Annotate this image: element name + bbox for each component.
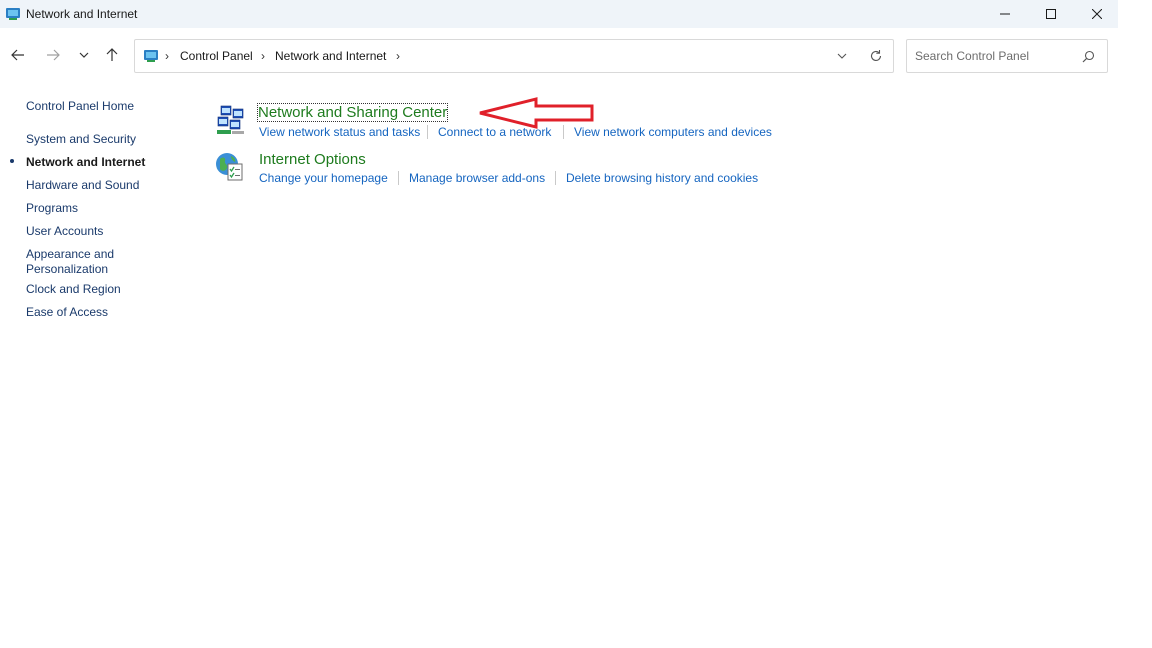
sidebar-item-ease-of-access[interactable]: Ease of Access bbox=[26, 305, 176, 320]
address-bar[interactable]: › Control Panel › Network and Internet › bbox=[134, 39, 894, 73]
change-homepage-link[interactable]: Change your homepage bbox=[259, 171, 388, 185]
recent-locations-button[interactable] bbox=[73, 44, 95, 66]
arrow-left-icon bbox=[11, 49, 24, 61]
sidebar-item-programs[interactable]: Programs bbox=[26, 201, 176, 216]
internet-options-link[interactable]: Internet Options bbox=[259, 151, 366, 168]
control-panel-icon bbox=[144, 50, 158, 62]
up-button[interactable] bbox=[101, 44, 123, 66]
manage-browser-addons-link[interactable]: Manage browser add-ons bbox=[409, 171, 545, 185]
breadcrumb-separator-icon[interactable]: › bbox=[261, 49, 265, 63]
breadcrumb-separator-icon: › bbox=[165, 49, 169, 63]
close-icon bbox=[1092, 9, 1102, 19]
sidebar-item-clock-and-region[interactable]: Clock and Region bbox=[26, 282, 176, 297]
breadcrumb-control-panel[interactable]: Control Panel bbox=[180, 49, 253, 63]
search-icon[interactable] bbox=[1082, 50, 1095, 63]
breadcrumb-network-and-internet[interactable]: Network and Internet bbox=[275, 49, 386, 63]
network-and-sharing-center-link[interactable]: Network and Sharing Center bbox=[256, 103, 449, 122]
arrow-up-icon bbox=[106, 48, 118, 61]
forward-button[interactable] bbox=[42, 44, 64, 66]
view-network-status-link[interactable]: View network status and tasks bbox=[259, 125, 420, 139]
link-divider bbox=[555, 171, 556, 185]
internet-options-icon[interactable] bbox=[214, 150, 246, 182]
minimize-icon bbox=[1000, 13, 1010, 15]
breadcrumb-separator-icon[interactable]: › bbox=[396, 49, 400, 63]
view-network-computers-link[interactable]: View network computers and devices bbox=[574, 125, 772, 139]
window-title: Network and Internet bbox=[26, 7, 138, 21]
link-divider bbox=[427, 125, 428, 139]
network-sharing-icon[interactable] bbox=[215, 104, 247, 136]
link-divider bbox=[398, 171, 399, 185]
chevron-down-icon bbox=[79, 52, 89, 58]
arrow-right-icon bbox=[47, 49, 60, 61]
active-bullet-icon bbox=[10, 159, 14, 163]
sidebar-item-user-accounts[interactable]: User Accounts bbox=[26, 224, 176, 239]
close-button[interactable] bbox=[1074, 0, 1120, 28]
sidebar-item-network-and-internet[interactable]: Network and Internet bbox=[26, 155, 176, 170]
control-panel-icon bbox=[6, 8, 20, 20]
back-button[interactable] bbox=[7, 44, 29, 66]
title-bar: Network and Internet bbox=[0, 0, 1118, 28]
delete-browsing-history-link[interactable]: Delete browsing history and cookies bbox=[566, 171, 758, 185]
sidebar-item-control-panel-home[interactable]: Control Panel Home bbox=[26, 99, 176, 114]
sidebar-item-hardware-and-sound[interactable]: Hardware and Sound bbox=[26, 178, 176, 193]
refresh-icon[interactable] bbox=[869, 49, 883, 63]
maximize-button[interactable] bbox=[1028, 0, 1074, 28]
minimize-button[interactable] bbox=[982, 0, 1028, 28]
search-box[interactable] bbox=[906, 39, 1108, 73]
maximize-icon bbox=[1046, 9, 1056, 19]
search-input[interactable] bbox=[915, 48, 1075, 64]
annotation-arrow-icon bbox=[479, 97, 594, 129]
sidebar-item-appearance-and-personalization[interactable]: Appearance and Personalization bbox=[26, 247, 126, 277]
control-panel-window: Network and Internet › Control Panel › N… bbox=[0, 0, 1118, 648]
chevron-down-icon[interactable] bbox=[837, 53, 847, 59]
sidebar-item-system-and-security[interactable]: System and Security bbox=[26, 132, 176, 147]
